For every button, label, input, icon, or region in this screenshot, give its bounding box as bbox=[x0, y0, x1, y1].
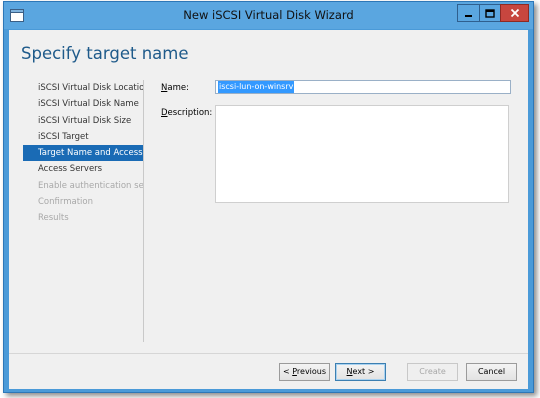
wizard-content: Specify target name iSCSI Virtual Disk L… bbox=[9, 30, 528, 353]
nav-item-iscsi-target[interactable]: iSCSI Target bbox=[23, 129, 143, 145]
nav-item-target-name-access[interactable]: Target Name and Access bbox=[23, 145, 143, 162]
nav-item-results: Results bbox=[38, 213, 69, 224]
name-field-value: iscsi-lun-on-winsrv bbox=[218, 81, 295, 93]
name-label-rest: ame: bbox=[167, 83, 189, 93]
previous-button[interactable]: < Previous bbox=[279, 363, 330, 381]
maximize-icon bbox=[485, 8, 495, 18]
nav-item-disk-size[interactable]: iSCSI Virtual Disk Size bbox=[23, 113, 143, 129]
maximize-button[interactable] bbox=[479, 4, 501, 22]
next-button-rest: ext > bbox=[352, 367, 375, 376]
title-bar[interactable]: New iSCSI Virtual Disk Wizard bbox=[4, 2, 533, 29]
minimize-button[interactable] bbox=[457, 4, 480, 22]
wizard-window: New iSCSI Virtual Disk Wizard Specify ta… bbox=[3, 1, 534, 393]
minimize-icon bbox=[465, 14, 472, 17]
description-field[interactable] bbox=[215, 105, 509, 203]
nav-item-disk-location[interactable]: iSCSI Virtual Disk Location bbox=[23, 80, 143, 96]
nav-divider bbox=[143, 80, 144, 342]
nav-item-confirmation: Confirmation bbox=[38, 197, 93, 208]
nav-item-access-servers[interactable]: Access Servers bbox=[23, 161, 143, 177]
nav-item-enable-authentication: Enable authentication ser... bbox=[38, 180, 143, 191]
close-icon bbox=[510, 8, 519, 18]
create-button: Create bbox=[407, 363, 458, 381]
name-label: Name: bbox=[161, 83, 189, 93]
page-title: Specify target name bbox=[21, 44, 189, 63]
wizard-nav: iSCSI Virtual Disk Location iSCSI Virtua… bbox=[23, 80, 143, 227]
previous-button-rest: revious bbox=[296, 367, 327, 376]
cancel-button[interactable]: Cancel bbox=[466, 363, 517, 381]
window-title: New iSCSI Virtual Disk Wizard bbox=[183, 8, 354, 22]
wizard-footer: < Previous Next > Create Cancel bbox=[9, 353, 528, 389]
nav-item-disk-name[interactable]: iSCSI Virtual Disk Name bbox=[23, 96, 143, 112]
description-label-rest: escription: bbox=[167, 108, 213, 118]
name-field[interactable]: iscsi-lun-on-winsrv bbox=[215, 80, 511, 94]
next-button[interactable]: Next > bbox=[335, 363, 386, 381]
description-label: Description: bbox=[161, 108, 212, 118]
close-button[interactable] bbox=[500, 4, 529, 22]
previous-button-prefix: < bbox=[282, 367, 293, 376]
